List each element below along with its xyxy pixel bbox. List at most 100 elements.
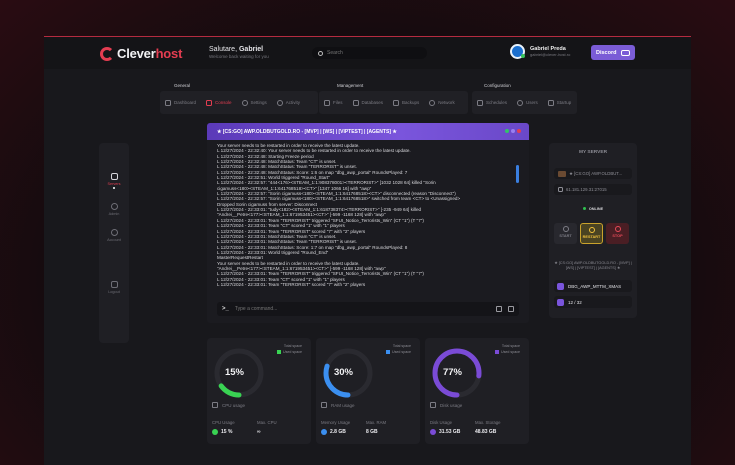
server-ip: 61.181.129.31:27015: [566, 187, 607, 192]
ram-stat2-value: 8 GB: [366, 429, 378, 435]
sidebar-item-servers[interactable]: Servers: [99, 173, 129, 189]
active-dot: [113, 187, 115, 189]
search-input[interactable]: [327, 50, 417, 56]
ram-legend: Total space Used space: [386, 344, 411, 355]
console-log[interactable]: Your server needs to be restarted in ord…: [207, 140, 529, 297]
server-full-name: ★ [CS:GO] AWP.OLDBUTGOLD.RO - [MVP] | [W…: [554, 261, 632, 270]
sidebar-item-logout[interactable]: Logout: [99, 281, 129, 294]
ram-gauge-card: Total space Used space 30% RAM usage Mem…: [316, 338, 420, 444]
map-name: DBG_AWP_MTTM_XMAS: [568, 283, 622, 289]
ram-legend-used: Used space: [392, 349, 411, 354]
stop-button[interactable]: STOP: [606, 223, 629, 244]
tab-files[interactable]: Files: [324, 99, 343, 106]
console-panel: ★ [CS:GO] AWP.OLDBUTGOLD.RO - [MVP] | [W…: [207, 123, 529, 323]
status-dot-red: [517, 129, 521, 133]
user-email: gabriel@clever-host.ro: [530, 52, 571, 57]
cpu-stat1-name: CPU Usage: [212, 420, 235, 425]
greeting-subtitle: Welcome back waiting for you: [209, 54, 269, 59]
tab-network[interactable]: Network: [429, 99, 455, 106]
tab-schedules[interactable]: Schedules: [477, 99, 507, 106]
discord-button[interactable]: Discord: [591, 45, 635, 60]
tab-startup[interactable]: Startup: [547, 99, 571, 106]
folder-icon: [324, 99, 330, 106]
startup-icon: [547, 99, 554, 106]
backup-icon: [393, 99, 400, 106]
cpu-legend-swatch: [277, 349, 282, 354]
disk-stat2-name: Max. Storage: [475, 420, 501, 425]
ram-chip-icon: [321, 402, 327, 408]
disk-chip-icon: [430, 402, 436, 408]
avatar[interactable]: [510, 44, 525, 59]
discord-icon: [621, 49, 630, 56]
console-icon: [206, 99, 213, 106]
top-header: Cleverhost Salutare, Gabriel Welcome bac…: [44, 37, 691, 69]
ram-legend-total: Total space: [392, 344, 411, 348]
nav-title-general: General: [174, 83, 191, 88]
tab-databases[interactable]: Databases: [352, 99, 383, 106]
users-icon: [517, 99, 524, 106]
search-box[interactable]: [312, 47, 427, 59]
logout-icon: [110, 281, 118, 288]
players-card: 12 / 32: [554, 296, 632, 308]
search-icon: [318, 50, 323, 56]
command-bar[interactable]: >_: [217, 302, 519, 316]
tab-settings[interactable]: Settings: [241, 99, 267, 106]
cpu-stat1-value: 15 %: [212, 429, 232, 435]
cpu-stat2-value: ∞: [257, 429, 261, 435]
discord-label: Discord: [596, 49, 617, 56]
logo-text-accent: host: [155, 46, 183, 61]
prompt-icon: >_: [222, 306, 229, 312]
expand-icon[interactable]: [508, 306, 514, 312]
sidebar: Servers Admin Account Logout: [99, 143, 129, 343]
activity-icon: [276, 99, 283, 106]
disk-percent: 77%: [442, 367, 462, 378]
ram-stat1-value: 2.8 GB: [321, 429, 346, 435]
nav-title-management: Management: [337, 83, 364, 88]
players-icon: [557, 298, 564, 306]
sidebar-item-admin[interactable]: Admin: [99, 203, 129, 216]
greeting-text: Salutare,: [209, 46, 238, 53]
admin-icon: [110, 203, 118, 210]
console-scrollbar[interactable]: [516, 165, 519, 183]
disk-legend-swatch: [495, 349, 500, 354]
disk-stat1-name: Disk Usage: [430, 420, 452, 425]
clear-icon[interactable]: [496, 306, 502, 312]
cpu-legend: Total space Used space: [277, 344, 302, 355]
user-profile[interactable]: Gabriel Preda gabriel@clever-host.ro: [510, 44, 570, 59]
command-input[interactable]: [234, 306, 490, 312]
ram-percent: 30%: [333, 367, 353, 378]
ip-icon: [558, 187, 563, 192]
database-icon: [352, 99, 359, 106]
logo-icon: [100, 46, 114, 61]
disk-legend-used: Used space: [501, 349, 520, 354]
tab-dashboard[interactable]: Dashboard: [165, 99, 196, 106]
logo[interactable]: Cleverhost: [100, 46, 182, 61]
tab-users[interactable]: Users: [517, 99, 538, 106]
disk-legend: Total space Used space: [495, 344, 520, 355]
restart-button[interactable]: RESTART: [580, 223, 603, 244]
status-dot-purple: [511, 129, 515, 133]
window-dots: [505, 129, 521, 133]
greeting: Salutare, Gabriel Welcome back waiting f…: [209, 46, 269, 59]
server-actions: START RESTART STOP: [554, 223, 629, 244]
globe-icon: [429, 99, 436, 106]
status-dot-green: [505, 129, 509, 133]
ram-label: RAM usage: [321, 402, 355, 408]
nav-group-general: General Dashboard Console Settings Activ…: [160, 83, 318, 114]
disk-stat2-value: 48.83 GB: [475, 429, 497, 435]
cpu-stat2-name: Max. CPU: [257, 420, 277, 425]
logo-text-main: Clever: [117, 46, 156, 61]
tab-activity[interactable]: Activity: [276, 99, 300, 106]
server-name-row[interactable]: ★ [CS:GO] AWP.OLDBUT...: [554, 168, 632, 179]
nav-group-management: Management Files Databases Backups Netwo…: [319, 83, 468, 114]
server-ip-row[interactable]: 61.181.129.31:27015: [554, 184, 632, 195]
disk-legend-total: Total space: [501, 344, 520, 348]
tab-console[interactable]: Console: [206, 99, 232, 106]
server-status: ONLINE: [549, 207, 637, 211]
disk-label: Disk usage: [430, 402, 462, 408]
tab-backups[interactable]: Backups: [393, 99, 419, 106]
greeting-user: Gabriel: [238, 46, 264, 53]
start-button[interactable]: START: [554, 223, 577, 244]
ram-value-icon: [321, 429, 327, 435]
sidebar-item-account[interactable]: Account: [99, 229, 129, 242]
